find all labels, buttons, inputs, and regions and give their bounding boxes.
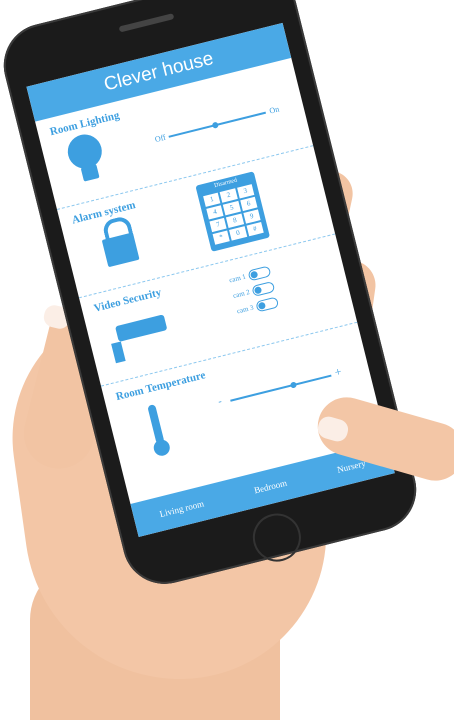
lighting-slider-knob[interactable] xyxy=(211,121,219,129)
cam-2-label: cam 2 xyxy=(232,288,251,300)
key[interactable]: # xyxy=(246,221,264,237)
lighting-slider[interactable] xyxy=(168,111,267,138)
bulb-icon xyxy=(80,164,100,182)
tab-bedroom[interactable]: Bedroom xyxy=(253,478,288,496)
keypad: Disarmed 1 2 3 4 5 6 7 8 9 * 0 # xyxy=(195,171,271,252)
cam-1-toggle[interactable] xyxy=(247,265,272,282)
tab-living-room[interactable]: Living room xyxy=(159,498,205,519)
off-label: Off xyxy=(153,132,167,145)
cam-2-toggle[interactable] xyxy=(251,280,276,297)
temp-minus[interactable]: - xyxy=(217,396,223,407)
temperature-slider-knob[interactable] xyxy=(290,381,298,389)
temp-plus[interactable]: + xyxy=(333,364,343,380)
scene: Clever house Room Lighting Off On Alarm … xyxy=(0,0,454,720)
camera-mount-icon xyxy=(111,341,126,364)
lock-icon[interactable] xyxy=(101,232,140,268)
on-label: On xyxy=(268,104,281,116)
cam-3-label: cam 3 xyxy=(236,303,255,316)
temperature-slider[interactable] xyxy=(230,374,332,402)
keypad-grid: 1 2 3 4 5 6 7 8 9 * 0 # xyxy=(203,184,264,245)
key[interactable]: * xyxy=(212,230,231,245)
cam-3-toggle[interactable] xyxy=(255,296,280,313)
key[interactable]: 0 xyxy=(229,226,247,241)
camera-icon xyxy=(115,314,168,342)
cam-1-label: cam 1 xyxy=(228,272,247,285)
